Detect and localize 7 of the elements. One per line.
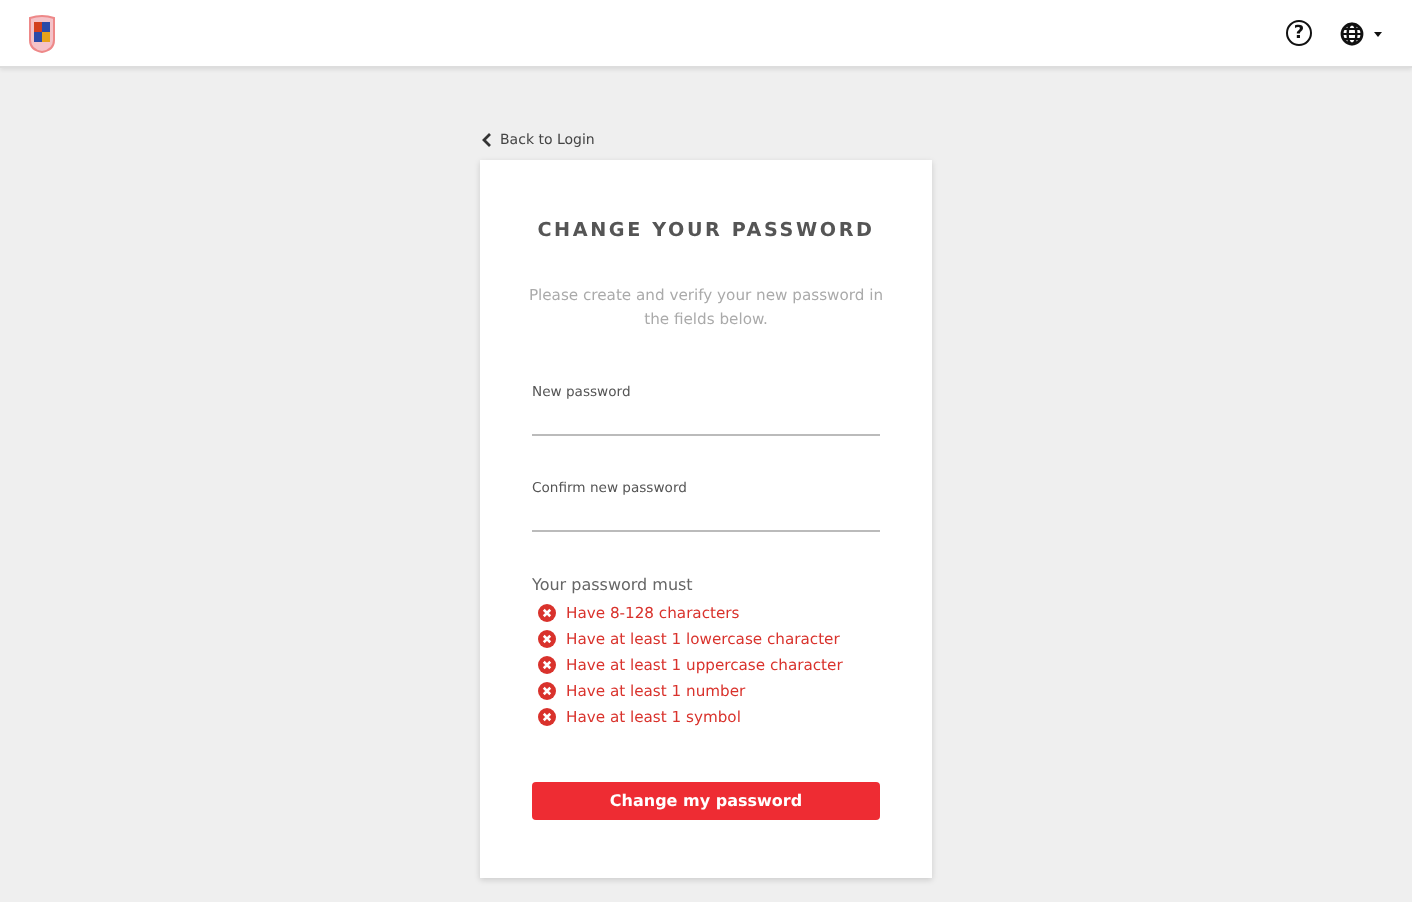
submit-button[interactable]: Change my password bbox=[532, 782, 880, 820]
help-button[interactable]: ? bbox=[1286, 20, 1312, 46]
language-button[interactable] bbox=[1340, 21, 1384, 45]
crest-logo[interactable] bbox=[28, 13, 56, 53]
chevron-left-icon bbox=[480, 132, 492, 148]
card-title: CHANGE YOUR PASSWORD bbox=[535, 220, 877, 242]
rules-heading: Your password must bbox=[532, 576, 695, 594]
